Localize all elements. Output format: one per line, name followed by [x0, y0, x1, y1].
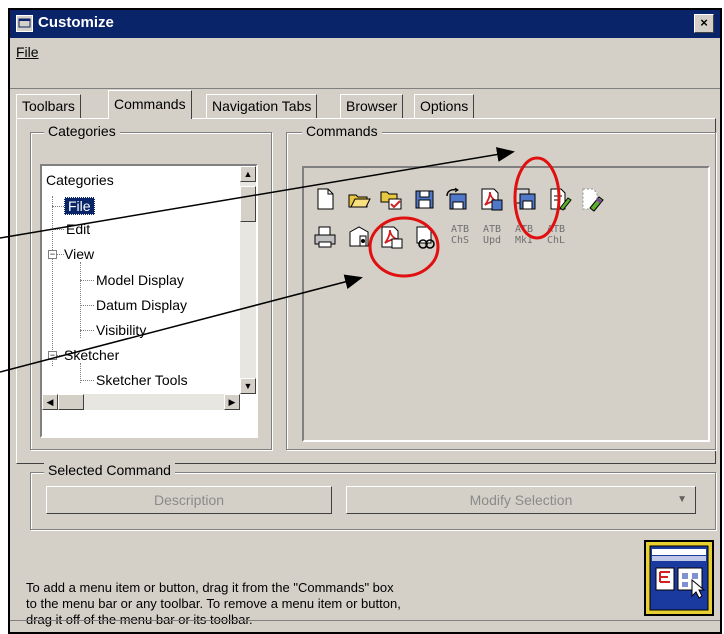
annotation-arrow [0, 147, 515, 239]
annotation-arrow [0, 274, 363, 373]
highlight-circle-save-pdf [513, 156, 561, 240]
highlight-circle-pdf-export [368, 216, 440, 278]
tab-commands[interactable]: Commands [108, 90, 192, 119]
tab-commands-label: Commands [114, 96, 186, 112]
